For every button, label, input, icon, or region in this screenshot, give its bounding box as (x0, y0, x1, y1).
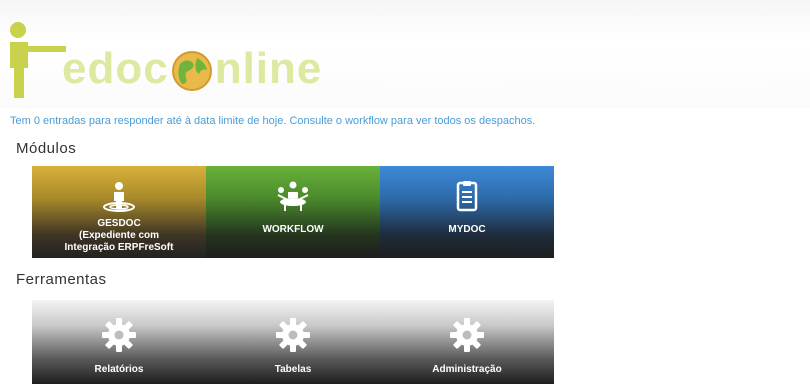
mydoc-label: MYDOC (448, 224, 486, 235)
gear-icon (450, 318, 484, 352)
administration-tile[interactable]: Administração (380, 300, 554, 384)
gear-icon (276, 318, 310, 352)
gesdoc-label: GESDOC (97, 218, 141, 229)
tools-heading: Ferramentas (16, 271, 107, 288)
tools-tiles: Relatórios Tabelas Administração (32, 300, 554, 384)
reports-tile[interactable]: Relatórios (32, 300, 206, 384)
person-with-target-icon (103, 182, 135, 212)
modules-heading: Módulos (16, 140, 77, 157)
app-logo[interactable]: edoc nline (62, 44, 322, 94)
meeting-table-icon (277, 181, 309, 211)
globe-icon (171, 51, 212, 92)
workflow-tile[interactable]: WORKFLOW (206, 166, 380, 258)
clipboard-icon (456, 181, 478, 212)
modules-tiles: GESDOC (Expediente com Integração ERPFre… (32, 166, 554, 258)
gesdoc-label-line3: Integração ERPFreSoft (64, 242, 174, 253)
pending-entries-notice[interactable]: Tem 0 entradas para responder até à data… (10, 115, 800, 127)
tables-tile[interactable]: Tabelas (206, 300, 380, 384)
workflow-label: WORKFLOW (262, 224, 324, 235)
tables-label: Tabelas (274, 364, 312, 375)
gesdoc-label-line2: (Expediente com (78, 230, 160, 241)
gear-icon (102, 318, 136, 352)
header-banner: edoc nline (0, 0, 810, 108)
mydoc-tile[interactable]: MYDOC (380, 166, 554, 258)
gesdoc-tile[interactable]: GESDOC (Expediente com Integração ERPFre… (32, 166, 206, 258)
administration-label: Administração (432, 364, 502, 375)
reports-label: Relatórios (94, 364, 144, 375)
